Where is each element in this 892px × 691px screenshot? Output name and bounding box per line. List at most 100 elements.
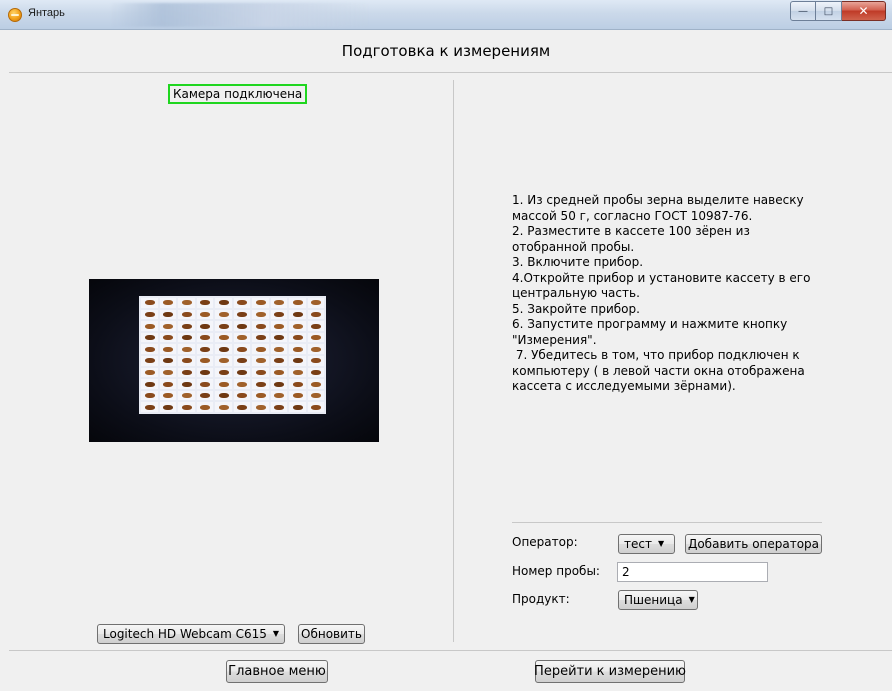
cassette-cell — [270, 402, 287, 412]
cassette-cell — [159, 356, 176, 366]
sample-number-label: Номер пробы: — [512, 564, 600, 578]
cassette-cell — [178, 356, 195, 366]
main-menu-button[interactable]: Главное меню — [226, 660, 328, 683]
cassette-cell — [159, 298, 176, 308]
instruction-line: "Измерения". — [512, 332, 597, 347]
cassette-cell — [196, 321, 213, 331]
chevron-down-icon: ▼ — [657, 539, 665, 548]
cassette-cell — [233, 402, 250, 412]
footer-divider — [9, 650, 892, 651]
instruction-line: компьютеру ( в левой части окна отображе… — [512, 363, 805, 378]
cassette-cell — [307, 344, 324, 354]
maximize-button[interactable]: □ — [816, 1, 842, 21]
close-button[interactable]: ✕ — [842, 1, 886, 21]
header-divider — [9, 72, 892, 73]
instruction-line: центральную часть. — [512, 286, 640, 300]
operator-label: Оператор: — [512, 535, 578, 549]
instruction-line: 3. Включите прибор. — [512, 255, 644, 269]
cassette-cell — [159, 344, 176, 354]
cassette-cell — [270, 298, 287, 308]
cassette-cell — [215, 309, 232, 320]
cassette-cell — [233, 332, 250, 343]
cassette-cell — [141, 321, 158, 331]
cassette-cell — [289, 367, 306, 378]
instruction-line: 1. Из средней пробы зерна выделите навес… — [512, 193, 804, 207]
cassette-cell — [215, 379, 232, 389]
cassette-cell — [307, 390, 324, 401]
grain-cassette — [139, 296, 326, 414]
cassette-cell — [141, 367, 158, 378]
go-to-measurement-button-label: Перейти к измерению — [534, 663, 686, 679]
window-titlebar[interactable]: Янтарь — □ ✕ — [0, 0, 892, 30]
minimize-icon: — — [798, 5, 808, 17]
cassette-cell — [141, 402, 158, 412]
product-label: Продукт: — [512, 592, 570, 606]
cassette-cell — [252, 332, 269, 343]
form-divider — [512, 522, 822, 523]
cassette-cell — [270, 356, 287, 366]
cassette-cell — [233, 321, 250, 331]
cassette-cell — [307, 321, 324, 331]
cassette-cell — [270, 332, 287, 343]
cassette-cell — [196, 402, 213, 412]
sample-number-field[interactable]: 2 — [617, 562, 768, 582]
cassette-cell — [252, 367, 269, 378]
operator-select[interactable]: тест ▼ — [618, 534, 675, 554]
camera-preview — [89, 279, 379, 442]
cassette-cell — [159, 309, 176, 320]
product-select[interactable]: Пшеница ▼ — [618, 590, 698, 610]
cassette-cell — [141, 356, 158, 366]
cassette-cell — [196, 344, 213, 354]
cassette-cell — [196, 379, 213, 389]
cassette-cell — [178, 298, 195, 308]
cassette-cell — [159, 402, 176, 412]
refresh-button-label: Обновить — [301, 627, 362, 641]
add-operator-button-label: Добавить оператора — [687, 537, 820, 551]
camera-select[interactable]: Logitech HD Webcam C615 ▼ — [97, 624, 285, 644]
instruction-line: кассета с исследуемыми зёрнами). — [512, 379, 736, 393]
camera-select-value: Logitech HD Webcam C615 — [103, 627, 267, 641]
minimize-button[interactable]: — — [790, 1, 816, 21]
close-icon: ✕ — [858, 4, 869, 18]
cassette-cell — [141, 309, 158, 320]
cassette-cell — [196, 309, 213, 320]
refresh-button[interactable]: Обновить — [298, 624, 365, 644]
cassette-cell — [289, 402, 306, 412]
cassette-cell — [159, 321, 176, 331]
cassette-cell — [178, 332, 195, 343]
cassette-cell — [270, 379, 287, 389]
cassette-cell — [252, 321, 269, 331]
cassette-cell — [252, 298, 269, 308]
cassette-cell — [196, 356, 213, 366]
cassette-cell — [289, 390, 306, 401]
cassette-cell — [289, 309, 306, 320]
instruction-line: отобранной пробы. — [512, 239, 635, 254]
cassette-cell — [270, 390, 287, 401]
instruction-line: массой 50 г, согласно ГОСТ 10987-76. — [512, 208, 753, 223]
go-to-measurement-button[interactable]: Перейти к измерению — [534, 660, 686, 683]
cassette-cell — [233, 379, 250, 389]
blurred-title-region — [110, 3, 370, 27]
cassette-cell — [141, 379, 158, 389]
cassette-cell — [215, 332, 232, 343]
cassette-cell — [270, 367, 287, 378]
instruction-line: 2. Разместите в кассете 100 зёрен из — [512, 224, 750, 238]
cassette-cell — [252, 356, 269, 366]
cassette-cell — [178, 344, 195, 354]
cassette-cell — [178, 309, 195, 320]
page-title: Подготовка к измерениям — [341, 42, 551, 60]
cassette-cell — [252, 402, 269, 412]
cassette-cell — [178, 402, 195, 412]
cassette-cell — [307, 367, 324, 378]
cassette-cell — [252, 379, 269, 389]
cassette-cell — [215, 367, 232, 378]
cassette-cell — [233, 298, 250, 308]
add-operator-button[interactable]: Добавить оператора — [685, 534, 822, 554]
cassette-cell — [141, 332, 158, 343]
cassette-cell — [252, 390, 269, 401]
cassette-cell — [159, 390, 176, 401]
cassette-cell — [159, 332, 176, 343]
instructions-text: 1. Из средней пробы зерна выделите навес… — [512, 193, 830, 395]
cassette-cell — [215, 321, 232, 331]
cassette-cell — [270, 344, 287, 354]
